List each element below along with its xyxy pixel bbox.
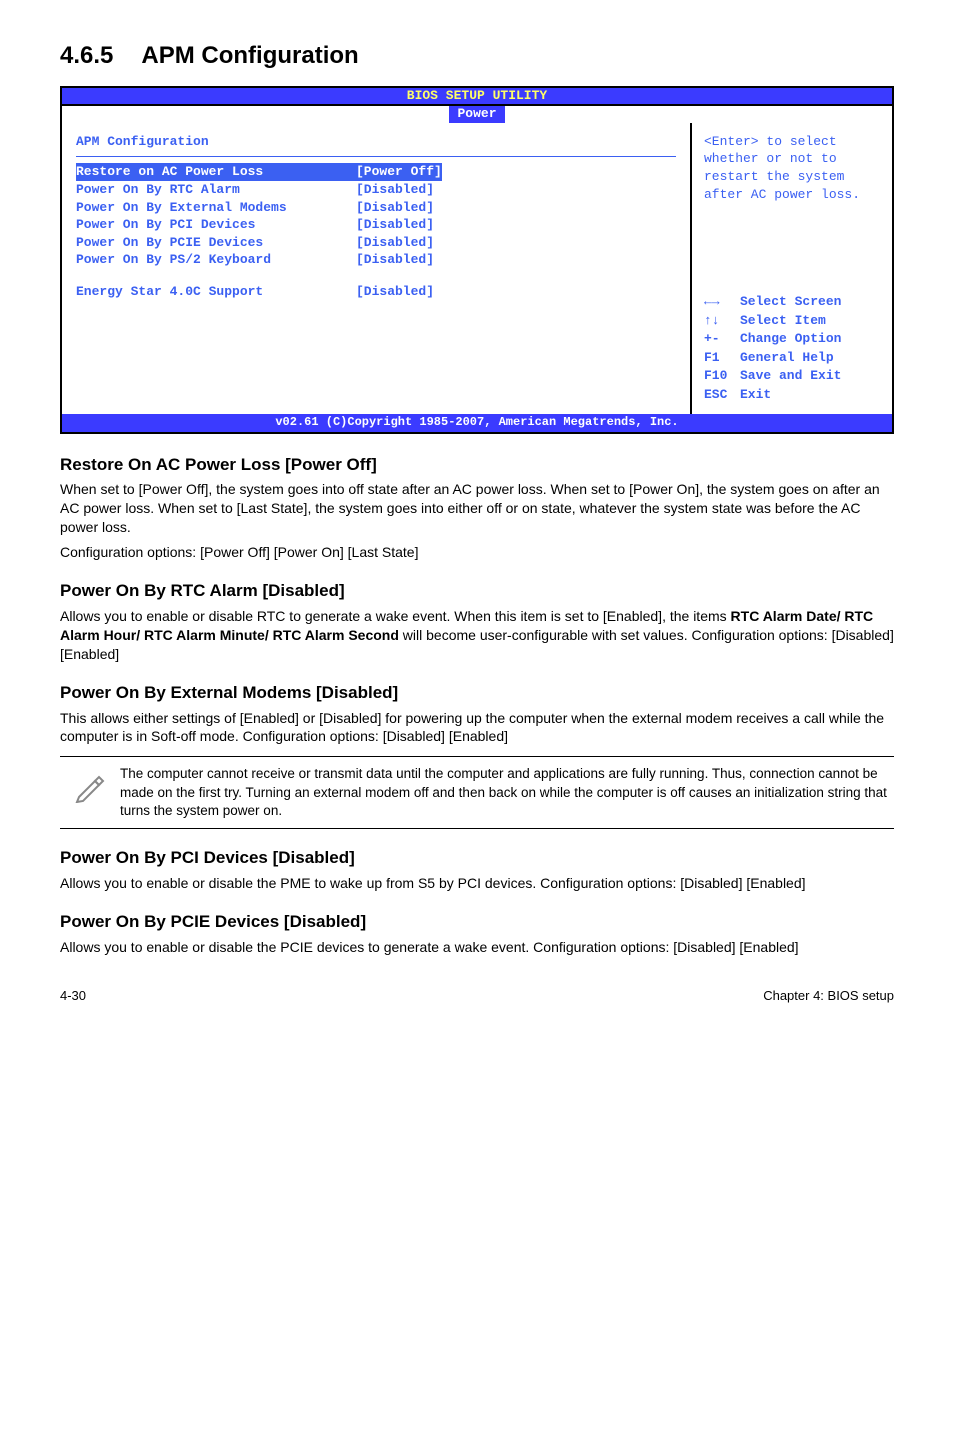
- bios-help-text: Save and Exit: [740, 367, 841, 385]
- bios-help-text: General Help: [740, 349, 834, 367]
- arrow-lr-icon: ←→: [704, 293, 740, 311]
- bios-help-text: Exit: [740, 386, 771, 404]
- bios-footer: v02.61 (C)Copyright 1985-2007, American …: [62, 414, 892, 431]
- paragraph: Configuration options: [Power Off] [Powe…: [60, 543, 894, 562]
- section-heading: 4.6.5 APM Configuration: [60, 40, 894, 72]
- bios-hint-line: whether or not to: [704, 150, 880, 168]
- bios-row-label: Restore on AC Power Loss: [76, 163, 356, 181]
- pencil-icon: [60, 765, 120, 820]
- paragraph: Allows you to enable or disable the PME …: [60, 874, 894, 893]
- bios-row-label: Power On By PCI Devices: [76, 216, 356, 234]
- bios-hint-line: after AC power loss.: [704, 186, 880, 204]
- bios-window: BIOS SETUP UTILITY Power APM Configurati…: [60, 86, 894, 433]
- bios-row-pcie-devices[interactable]: Power On By PCIE Devices [Disabled]: [76, 234, 676, 252]
- subheading-pcie-devices: Power On By PCIE Devices [Disabled]: [60, 911, 894, 934]
- note-callout: The computer cannot receive or transmit …: [60, 756, 894, 829]
- bios-row-label: Power On By External Modems: [76, 199, 356, 217]
- bios-header: BIOS SETUP UTILITY: [62, 88, 892, 106]
- bios-row-pci-devices[interactable]: Power On By PCI Devices [Disabled]: [76, 216, 676, 234]
- bios-help-block: ←→Select Screen ↑↓Select Item +-Change O…: [704, 293, 880, 403]
- page-number: 4-30: [60, 987, 86, 1005]
- bios-row-value: [Disabled]: [356, 199, 434, 217]
- bios-help-text: Select Item: [740, 312, 826, 330]
- bios-hint-line: restart the system: [704, 168, 880, 186]
- bios-row-label: Power On By PS/2 Keyboard: [76, 251, 356, 269]
- bios-help-row: F1General Help: [704, 349, 880, 367]
- bios-row-label: Energy Star 4.0C Support: [76, 283, 356, 301]
- paragraph: Allows you to enable or disable RTC to g…: [60, 607, 894, 664]
- bios-tab-bar: Power: [62, 106, 892, 123]
- note-text: The computer cannot receive or transmit …: [120, 765, 894, 820]
- page-footer: 4-30 Chapter 4: BIOS setup: [60, 987, 894, 1005]
- bios-row-ps2-keyboard[interactable]: Power On By PS/2 Keyboard [Disabled]: [76, 251, 676, 269]
- bios-help-row: +-Change Option: [704, 330, 880, 348]
- bios-help-key: ESC: [704, 386, 740, 404]
- bios-row-external-modems[interactable]: Power On By External Modems [Disabled]: [76, 199, 676, 217]
- bios-help-key: F10: [704, 367, 740, 385]
- bios-row-value: [Power Off]: [356, 163, 442, 181]
- chapter-label: Chapter 4: BIOS setup: [763, 987, 894, 1005]
- bios-left-pane: APM Configuration Restore on AC Power Lo…: [62, 123, 692, 414]
- bios-help-row: ←→Select Screen: [704, 293, 880, 311]
- bios-hint: <Enter> to select whether or not to rest…: [704, 133, 880, 203]
- bios-separator: [76, 156, 676, 157]
- section-title: APM Configuration: [141, 42, 358, 69]
- bios-right-pane: <Enter> to select whether or not to rest…: [692, 123, 892, 414]
- bios-help-text: Change Option: [740, 330, 841, 348]
- bios-row-value: [Disabled]: [356, 251, 434, 269]
- bios-row-label: Power On By PCIE Devices: [76, 234, 356, 252]
- bios-help-text: Select Screen: [740, 293, 841, 311]
- bios-row-restore-ac[interactable]: Restore on AC Power Loss [Power Off]: [76, 163, 676, 181]
- bios-row-value: [Disabled]: [356, 181, 434, 199]
- subheading-pci-devices: Power On By PCI Devices [Disabled]: [60, 847, 894, 870]
- bios-help-row: F10Save and Exit: [704, 367, 880, 385]
- bios-help-key: F1: [704, 349, 740, 367]
- bios-help-row: ESCExit: [704, 386, 880, 404]
- bios-row-energy-star[interactable]: Energy Star 4.0C Support [Disabled]: [76, 283, 676, 301]
- bios-row-label: Power On By RTC Alarm: [76, 181, 356, 199]
- section-number: 4.6.5: [60, 40, 113, 72]
- subheading-external-modems: Power On By External Modems [Disabled]: [60, 682, 894, 705]
- paragraph: Allows you to enable or disable the PCIE…: [60, 938, 894, 957]
- subheading-rtc-alarm: Power On By RTC Alarm [Disabled]: [60, 580, 894, 603]
- paragraph: This allows either settings of [Enabled]…: [60, 709, 894, 747]
- bios-row-value: [Disabled]: [356, 216, 434, 234]
- bios-row-value: [Disabled]: [356, 283, 434, 301]
- bios-row-rtc-alarm[interactable]: Power On By RTC Alarm [Disabled]: [76, 181, 676, 199]
- bios-row-value: [Disabled]: [356, 234, 434, 252]
- bios-tab-power[interactable]: Power: [449, 106, 504, 123]
- plus-minus-icon: +-: [704, 330, 740, 348]
- arrow-ud-icon: ↑↓: [704, 312, 740, 330]
- paragraph: When set to [Power Off], the system goes…: [60, 480, 894, 537]
- bios-hint-line: <Enter> to select: [704, 133, 880, 151]
- subheading-restore-ac: Restore On AC Power Loss [Power Off]: [60, 454, 894, 477]
- bios-panel-title: APM Configuration: [76, 133, 676, 151]
- bios-help-row: ↑↓Select Item: [704, 312, 880, 330]
